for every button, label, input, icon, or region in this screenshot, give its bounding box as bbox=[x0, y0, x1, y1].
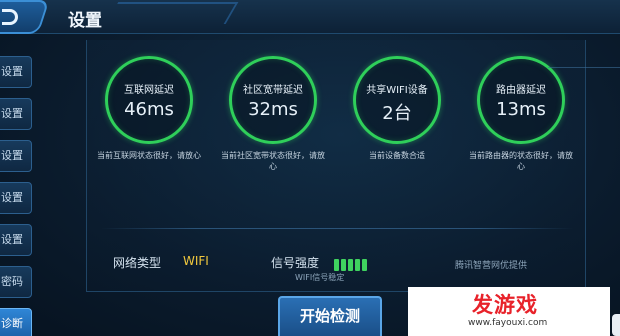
metric-internet-latency: 互联网延迟 46ms 当前互联网状态很好，请放心 bbox=[89, 56, 209, 161]
metric-ring: 社区宽带延迟 32ms bbox=[229, 56, 317, 144]
signal-bar bbox=[355, 259, 360, 271]
back-arrow-icon bbox=[2, 9, 18, 25]
metric-community-broadband-latency: 社区宽带延迟 32ms 当前社区宽带状态很好，请放心 bbox=[213, 56, 333, 172]
sidebar: 设置 设置 设置 设置 设置 密码 诊断 bbox=[0, 36, 34, 336]
diagnostics-panel: 互联网延迟 46ms 当前互联网状态很好，请放心 社区宽带延迟 32ms 当前社… bbox=[86, 40, 586, 292]
header-decoration bbox=[105, 2, 239, 24]
watermark-url: www.fayouxi.com bbox=[468, 318, 548, 328]
sidebar-item-settings-2[interactable]: 设置 bbox=[0, 98, 32, 130]
sidebar-item-settings-1[interactable]: 设置 bbox=[0, 56, 32, 88]
sidebar-item-password[interactable]: 密码 bbox=[0, 266, 32, 298]
metric-ring: 共享WIFI设备 2台 bbox=[353, 56, 441, 144]
signal-bar bbox=[341, 259, 346, 271]
metric-value: 2台 bbox=[382, 103, 412, 124]
top-header: 设置 bbox=[0, 0, 620, 34]
metric-label: 路由器延迟 bbox=[496, 85, 546, 96]
metric-description: 当前设备数合适 bbox=[369, 151, 425, 160]
watermark-logo: 发游戏 bbox=[472, 292, 538, 317]
metric-description: 当前社区宽带状态很好，请放心 bbox=[221, 151, 325, 171]
sidebar-item-settings-3[interactable]: 设置 bbox=[0, 140, 32, 172]
network-type-label: 网络类型 bbox=[113, 256, 162, 270]
metric-value: 13ms bbox=[496, 99, 546, 120]
metric-description: 当前路由器的状态很好，请放心 bbox=[469, 151, 573, 171]
start-detection-button[interactable]: 开始检测 bbox=[278, 296, 382, 336]
metric-router-latency: 路由器延迟 13ms 当前路由器的状态很好，请放心 bbox=[461, 56, 581, 172]
signal-note: WIFI信号稳定 bbox=[295, 273, 345, 282]
provider-note: 腾讯智营网优提供 bbox=[455, 261, 528, 271]
panel-divider bbox=[101, 228, 573, 229]
metric-label: 社区宽带延迟 bbox=[243, 85, 303, 96]
metric-description: 当前互联网状态很好，请放心 bbox=[97, 151, 201, 160]
metric-ring: 互联网延迟 46ms bbox=[105, 56, 193, 144]
signal-bar bbox=[362, 259, 367, 271]
corner-decoration bbox=[548, 52, 620, 68]
signal-strength-label: 信号强度 bbox=[271, 256, 320, 270]
sidebar-item-settings-4[interactable]: 设置 bbox=[0, 182, 32, 214]
edge-tab bbox=[612, 314, 620, 336]
watermark: 发游戏 www.fayouxi.com bbox=[408, 287, 610, 336]
network-type-value: WIFI bbox=[183, 254, 209, 268]
metric-value: 46ms bbox=[124, 99, 174, 120]
signal-strength-icon bbox=[334, 256, 369, 271]
metric-label: 共享WIFI设备 bbox=[366, 85, 428, 96]
metric-ring: 路由器延迟 13ms bbox=[477, 56, 565, 144]
signal-bar bbox=[334, 259, 339, 271]
sidebar-item-diagnose[interactable]: 诊断 bbox=[0, 308, 32, 336]
metric-value: 32ms bbox=[248, 99, 298, 120]
page-title: 设置 bbox=[68, 11, 102, 31]
signal-bar bbox=[348, 259, 353, 271]
sidebar-item-settings-5[interactable]: 设置 bbox=[0, 224, 32, 256]
metric-label: 互联网延迟 bbox=[124, 85, 174, 96]
metric-shared-wifi-devices: 共享WIFI设备 2台 当前设备数合适 bbox=[337, 56, 457, 161]
back-button[interactable] bbox=[0, 0, 50, 34]
network-info-row: 网络类型 WIFI 信号强度 WIFI信号稳定 腾讯智营网优提供 bbox=[87, 244, 587, 284]
